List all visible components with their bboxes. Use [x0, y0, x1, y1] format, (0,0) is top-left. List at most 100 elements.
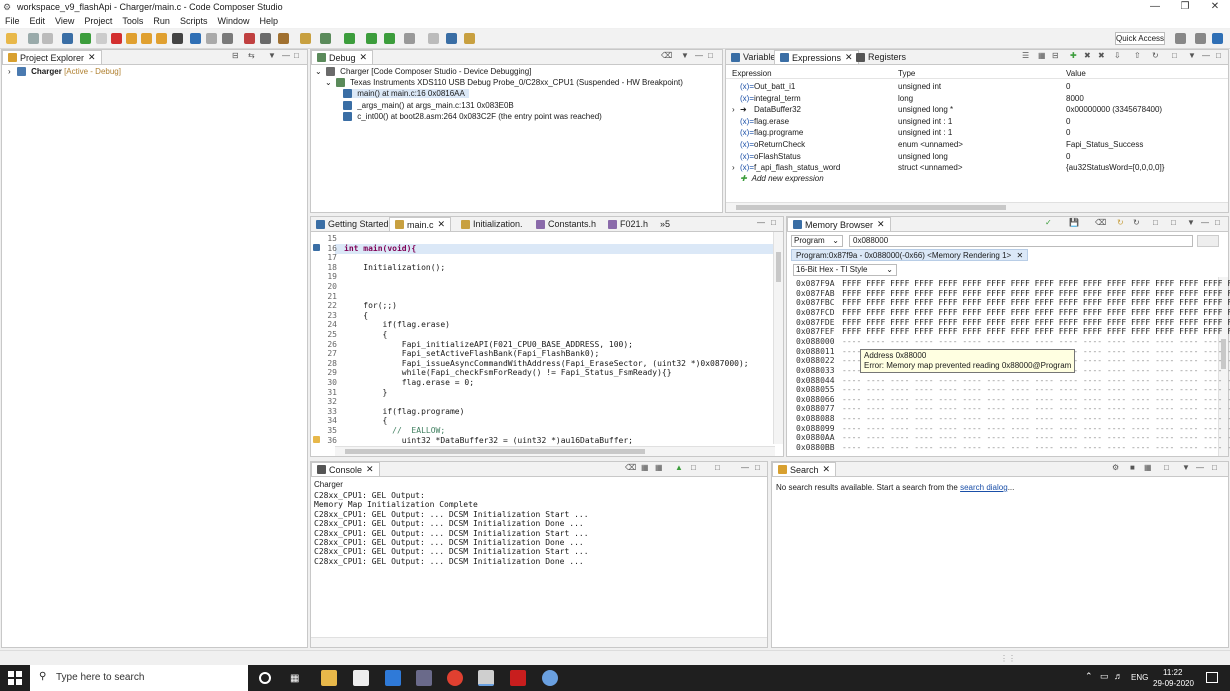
clear-console-icon[interactable]: ⌫ [625, 463, 636, 472]
show-type-icon[interactable]: ☰ [1022, 51, 1029, 60]
open-type-icon[interactable] [428, 33, 439, 44]
code-line[interactable]: { [344, 311, 368, 320]
chevron-down-icon[interactable]: ⌄ [315, 67, 322, 76]
expression-value[interactable]: 0x00000000 (3345678400) [1066, 105, 1162, 114]
view-menu-icon[interactable]: ▼ [1187, 218, 1195, 227]
memory-data[interactable]: FFFF FFFF FFFF FFFF FFFF FFFF FFFF FFFF … [842, 289, 1230, 298]
memory-row[interactable]: 0x087F9A FFFF FFFF FFFF FFFF FFFF FFFF FF… [796, 279, 1230, 288]
link-editor-icon[interactable]: ⇆ [248, 51, 255, 60]
memory-data[interactable]: ---- ---- ---- ---- ---- ---- ---- ---- … [842, 376, 1230, 385]
page-select[interactable]: Program ⌄ [791, 235, 843, 247]
code-line[interactable]: int main(void){ [344, 244, 416, 253]
memory-row[interactable]: 0x088099 ---- ---- ---- ---- ---- ---- --… [796, 424, 1230, 433]
scroll-thumb[interactable] [345, 449, 645, 454]
memory-row[interactable]: 0x087FBC FFFF FFFF FFFF FFFF FFFF FFFF FF… [796, 298, 1230, 307]
address-input[interactable]: 0x088000 [849, 235, 1193, 247]
memory-row[interactable]: 0x088044 ---- ---- ---- ---- ---- ---- --… [796, 376, 1230, 385]
memory-row[interactable]: 0x088055 ---- ---- ---- ---- ---- ---- --… [796, 385, 1230, 394]
file-explorer-icon[interactable] [321, 670, 337, 686]
memory-data[interactable]: FFFF FFFF FFFF FFFF FFFF FFFF FFFF FFFF … [842, 327, 1230, 336]
menu-view[interactable]: View [50, 16, 79, 26]
expression-value[interactable]: 0 [1066, 82, 1070, 91]
export-icon[interactable]: ⇧ [1134, 51, 1141, 60]
show-previous-icon[interactable]: ▦ [1144, 463, 1152, 472]
save-all-icon[interactable] [42, 33, 53, 44]
console-hscroll[interactable] [311, 637, 767, 647]
load-icon[interactable] [260, 33, 271, 44]
debug-tree-target[interactable]: ⌄ Texas Instruments XDS110 USB Debug Pro… [325, 78, 683, 88]
minimize-view-icon[interactable]: — [757, 218, 765, 227]
col-expression[interactable]: Expression [732, 69, 772, 78]
save-memory-icon[interactable]: 💾 [1069, 218, 1079, 227]
expression-value[interactable]: 0 [1066, 152, 1070, 161]
editor-hscroll[interactable] [335, 446, 775, 456]
menu-file[interactable]: File [0, 16, 25, 26]
stack-frame[interactable]: _args_main() at args_main.c:131 0x083E0B [343, 101, 514, 111]
close-icon[interactable]: ✕ [438, 219, 446, 230]
minimize-view-icon[interactable]: — [1201, 218, 1209, 227]
eraser-icon[interactable]: ⌫ [1095, 218, 1106, 227]
scroll-thumb[interactable] [776, 252, 781, 282]
taskbar-search[interactable]: ⚲ Type here to search [30, 665, 248, 691]
instruction-step-icon[interactable] [190, 33, 201, 44]
code-line[interactable]: // EALLOW; [344, 426, 445, 435]
chrome-icon[interactable] [447, 670, 463, 686]
menu-scripts[interactable]: Scripts [175, 16, 213, 26]
maximize-view-icon[interactable]: □ [1212, 463, 1217, 472]
tab-main-c[interactable]: main.c ✕ [389, 217, 452, 231]
memory-data[interactable]: FFFF FFFF FFFF FFFF FFFF FFFF FFFF FFFF … [842, 298, 1230, 307]
memory-row[interactable]: 0x0880AA ---- ---- ---- ---- ---- ---- --… [796, 433, 1230, 442]
code-line[interactable]: Initialization(); [344, 263, 445, 272]
terminate-icon[interactable] [111, 33, 122, 44]
project-tree-item[interactable]: › Charger [Active - Debug] [8, 67, 121, 77]
go-icon[interactable] [1197, 235, 1219, 247]
perspective-debug-icon[interactable] [1212, 33, 1223, 44]
import-memory-icon[interactable]: ↻ [1133, 218, 1140, 227]
tab-f021-h[interactable]: F021.h [603, 217, 653, 231]
search-icon[interactable] [446, 33, 457, 44]
close-icon[interactable]: ✕ [1016, 251, 1023, 260]
menu-window[interactable]: Window [212, 16, 254, 26]
col-value[interactable]: Value [1066, 69, 1086, 78]
refresh-icon[interactable]: ↻ [1152, 51, 1159, 60]
collapse-icon[interactable]: ⊟ [1052, 51, 1059, 60]
tab-console[interactable]: Console ✕ [311, 462, 380, 476]
memory-row[interactable]: 0x088077 ---- ---- ---- ---- ---- ---- --… [796, 404, 1230, 413]
expr-hscroll[interactable] [726, 202, 1228, 212]
step-return-icon[interactable] [156, 33, 167, 44]
add-expression-icon[interactable]: ✚ [1070, 51, 1077, 60]
pen-icon[interactable] [464, 33, 475, 44]
clock-date[interactable]: 29-09-2020 [1153, 679, 1194, 688]
stack-frame[interactable]: main() at main.c:16 0x0816AA [343, 89, 469, 99]
rendering-tab[interactable]: Program:0x87f9a - 0x088000(-0x66) <Memor… [791, 249, 1029, 261]
menu-run[interactable]: Run [148, 16, 175, 26]
new-view-icon[interactable]: □ [1172, 51, 1177, 60]
expression-value[interactable]: 0 [1066, 128, 1070, 137]
memory-row[interactable]: 0x088066 ---- ---- ---- ---- ---- ---- --… [796, 395, 1230, 404]
view-menu-icon[interactable]: ▼ [268, 51, 276, 60]
memory-data[interactable]: ---- ---- ---- ---- ---- ---- ---- ---- … [842, 433, 1230, 442]
tab-registers[interactable]: Registers [851, 50, 911, 64]
code-composer-icon[interactable] [478, 670, 494, 686]
remove-all-terminated-icon[interactable]: ⌫ [661, 51, 672, 60]
memory-row[interactable]: 0x088088 ---- ---- ---- ---- ---- ---- --… [796, 414, 1230, 423]
chevron-right-icon[interactable]: › [8, 67, 11, 76]
tab-expressions[interactable]: Expressions ✕ [774, 50, 859, 64]
maximize-view-icon[interactable]: □ [755, 463, 760, 472]
debug-tree-root[interactable]: ⌄ Charger [Code Composer Studio - Device… [315, 67, 531, 77]
pin-console-icon[interactable]: ▲ [675, 463, 683, 472]
store-icon[interactable] [353, 670, 369, 686]
view-menu-icon[interactable]: ▼ [1188, 51, 1196, 60]
step-into-icon[interactable] [126, 33, 137, 44]
memory-row[interactable]: 0x0880BB ---- ---- ---- ---- ---- ---- --… [796, 443, 1230, 452]
memory-data[interactable]: FFFF FFFF FFFF FFFF FFFF FFFF FFFF FFFF … [842, 279, 1230, 288]
memory-row[interactable]: 0x088000 ---- ---- ---- ---- ---- ---- --… [796, 337, 1230, 346]
refresh-icon[interactable]: ✓ [1045, 218, 1052, 227]
maximize-view-icon[interactable]: □ [708, 51, 713, 60]
remove-all-icon[interactable]: ✖ [1098, 51, 1105, 60]
minimize-view-icon[interactable]: — [282, 51, 290, 60]
memory-data[interactable]: FFFF FFFF FFFF FFFF FFFF FFFF FFFF FFFF … [842, 318, 1230, 327]
memory-row[interactable]: 0x087FDE FFFF FFFF FFFF FFFF FFFF FFFF FF… [796, 318, 1230, 327]
new-view-icon[interactable]: □ [1153, 218, 1158, 227]
open-console-icon[interactable]: □ [715, 463, 720, 472]
